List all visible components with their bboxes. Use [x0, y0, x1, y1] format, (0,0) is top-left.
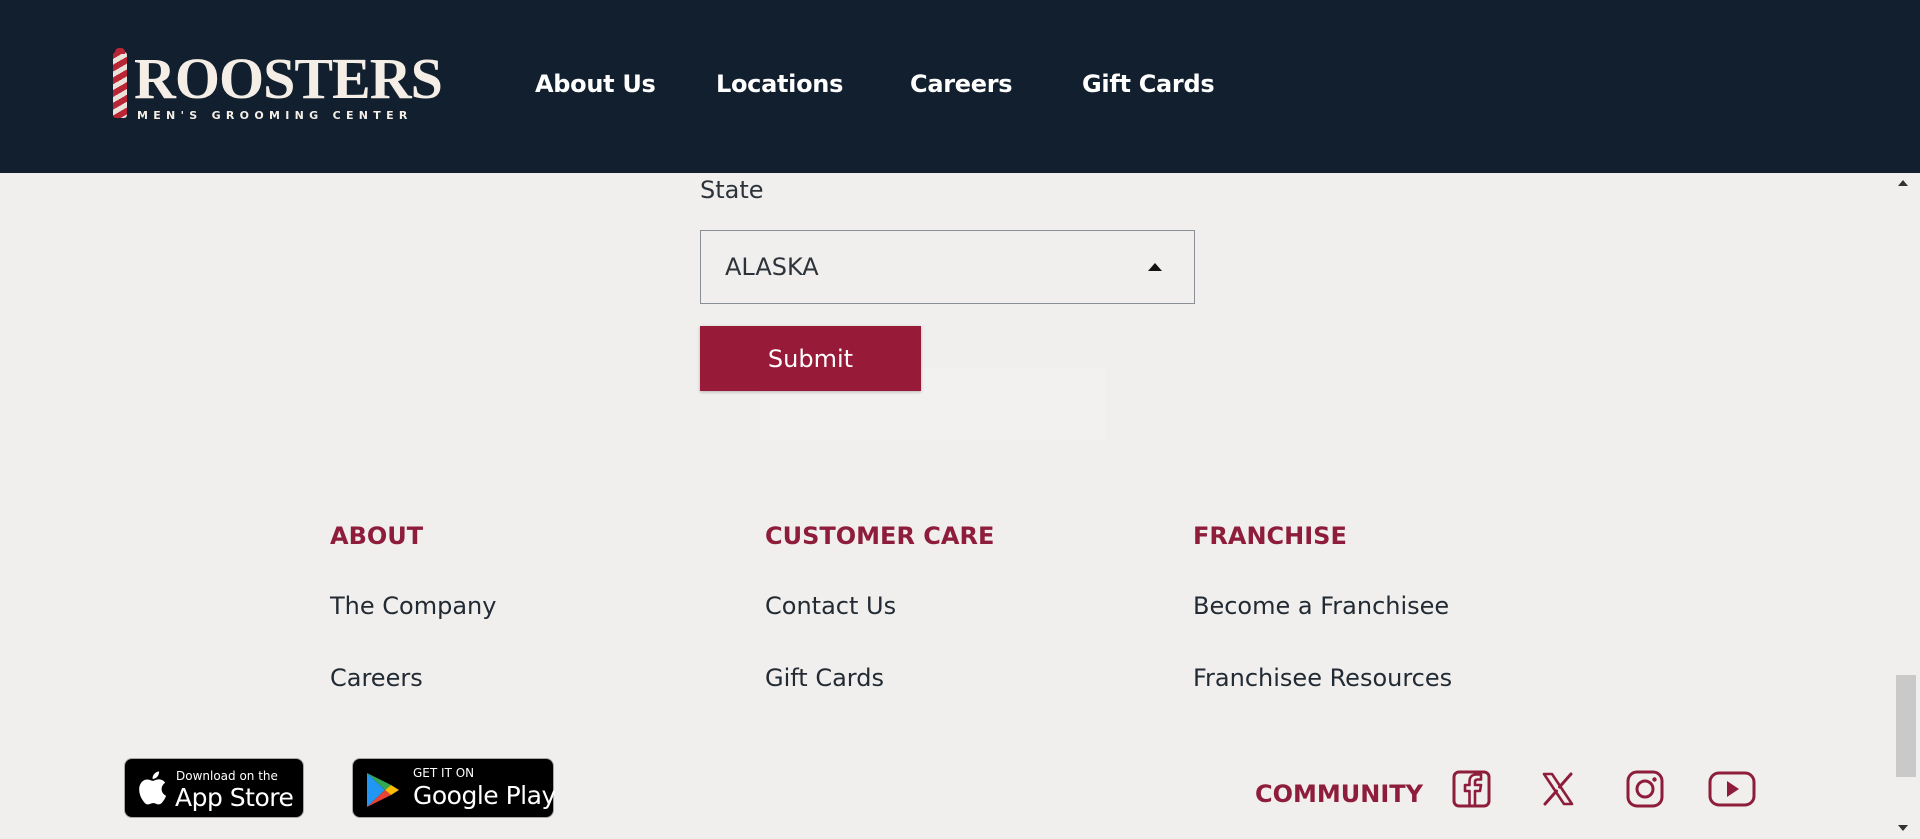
- google-play-small-text: GET IT ON: [413, 766, 475, 780]
- google-play-badge[interactable]: GET IT ON Google Play: [352, 758, 556, 818]
- x-icon[interactable]: [1538, 770, 1578, 808]
- roosters-logo[interactable]: ROOSTERS MEN'S GROOMING CENTER: [113, 48, 443, 124]
- nav-about-us[interactable]: About Us: [535, 70, 656, 98]
- scroll-up-arrow-icon[interactable]: [1898, 180, 1908, 186]
- google-play-big-text: Google Play: [413, 781, 556, 810]
- site-header: ROOSTERS MEN'S GROOMING CENTER About Us …: [0, 0, 1920, 173]
- youtube-icon[interactable]: [1708, 770, 1756, 808]
- footer-heading-about: ABOUT: [330, 522, 424, 550]
- community-label: COMMUNITY: [1255, 780, 1424, 808]
- app-store-badge[interactable]: Download on the App Store: [124, 758, 304, 818]
- instagram-icon[interactable]: [1625, 770, 1665, 808]
- footer-link-the-company[interactable]: The Company: [330, 592, 496, 620]
- google-play-icon: [367, 773, 399, 807]
- nav-locations[interactable]: Locations: [716, 70, 843, 98]
- facebook-icon[interactable]: [1452, 770, 1492, 808]
- scrollbar-thumb[interactable]: [1896, 675, 1916, 777]
- footer-link-contact-us[interactable]: Contact Us: [765, 592, 896, 620]
- state-selected-value: ALASKA: [725, 253, 819, 281]
- footer-link-become-a-franchisee[interactable]: Become a Franchisee: [1193, 592, 1449, 620]
- logo-tagline: MEN'S GROOMING CENTER: [137, 109, 413, 122]
- barber-pole-icon: [113, 48, 127, 118]
- footer-heading-customer-care: CUSTOMER CARE: [765, 522, 995, 550]
- app-store-small-text: Download on the: [176, 769, 278, 783]
- state-select[interactable]: ALASKA: [700, 230, 1195, 304]
- footer-link-careers[interactable]: Careers: [330, 664, 423, 692]
- app-store-big-text: App Store: [175, 783, 294, 812]
- submit-button[interactable]: Submit: [700, 326, 921, 391]
- scroll-down-arrow-icon[interactable]: [1898, 825, 1908, 831]
- apple-icon: [139, 771, 167, 805]
- footer-link-gift-cards[interactable]: Gift Cards: [765, 664, 884, 692]
- nav-careers[interactable]: Careers: [910, 70, 1013, 98]
- footer-heading-franchise: FRANCHISE: [1193, 522, 1347, 550]
- state-label: State: [700, 176, 764, 204]
- logo-wordmark: ROOSTERS: [134, 46, 443, 111]
- caret-up-icon: [1148, 263, 1162, 271]
- footer-link-franchisee-resources[interactable]: Franchisee Resources: [1193, 664, 1452, 692]
- nav-gift-cards[interactable]: Gift Cards: [1082, 70, 1215, 98]
